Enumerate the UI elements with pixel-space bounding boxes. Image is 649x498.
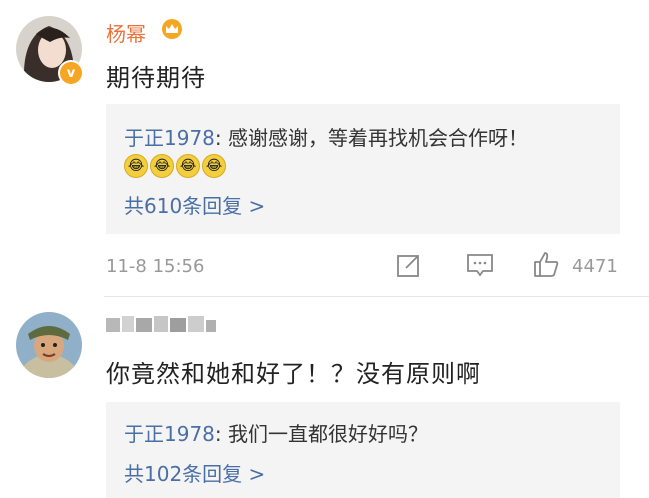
laugh-emoji-icon: 😂 [124, 154, 148, 178]
comment-timestamp: 11-8 15:56 [106, 256, 205, 277]
laugh-emoji-icon: 😂 [176, 154, 200, 178]
comment-text: 期待期待 [106, 64, 206, 92]
reply-text: 感谢感谢，等着再找机会合作呀！ [228, 126, 529, 150]
verified-badge-icon: v [58, 60, 84, 86]
comment-icon[interactable] [466, 252, 494, 278]
edit-icon[interactable] [396, 252, 422, 278]
reply-line: 于正1978: 感谢感谢，等着再找机会合作呀！ [124, 122, 528, 151]
laugh-emoji-icon: 😂 [150, 154, 174, 178]
reply-author[interactable]: 于正1978 [124, 126, 215, 150]
reply-colon: : [214, 126, 229, 150]
comment-text: 你竟然和她和好了！？没有原则啊 [106, 360, 481, 388]
crown-icon [162, 19, 182, 39]
laugh-emoji-icon: 😂 [202, 154, 226, 178]
comment-item: 你竟然和她和好了！？没有原则啊 于正1978: 我们一直都很好好吗？ 共102条… [0, 298, 649, 498]
thumb-up-icon[interactable] [532, 250, 560, 278]
more-replies-link[interactable]: 共610条回复 > [124, 190, 265, 219]
more-replies-link[interactable]: 共102条回复 > [124, 458, 265, 487]
reply-box[interactable]: 于正1978: 我们一直都很好好吗？ 共102条回复 > [106, 402, 620, 498]
reply-box[interactable]: 于正1978: 感谢感谢，等着再找机会合作呀！ 😂 😂 😂 😂 共610条回复 … [106, 104, 620, 234]
divider [104, 296, 649, 297]
emoji-row: 😂 😂 😂 😂 [124, 154, 226, 178]
comment-item: v 杨幂 期待期待 于正1978: 感谢感谢，等着再找机会合作呀！ 😂 😂 😂 … [0, 0, 649, 298]
like-count: 4471 [572, 256, 618, 277]
reply-text: 我们一直都很好好吗？ [228, 422, 429, 446]
reply-colon: : [214, 422, 229, 446]
username-mosaic [106, 316, 216, 332]
reply-line: 于正1978: 我们一直都很好好吗？ [124, 418, 428, 447]
reply-author[interactable]: 于正1978 [124, 422, 215, 446]
avatar[interactable] [16, 312, 82, 378]
comment-username[interactable]: 杨幂 [106, 18, 146, 47]
